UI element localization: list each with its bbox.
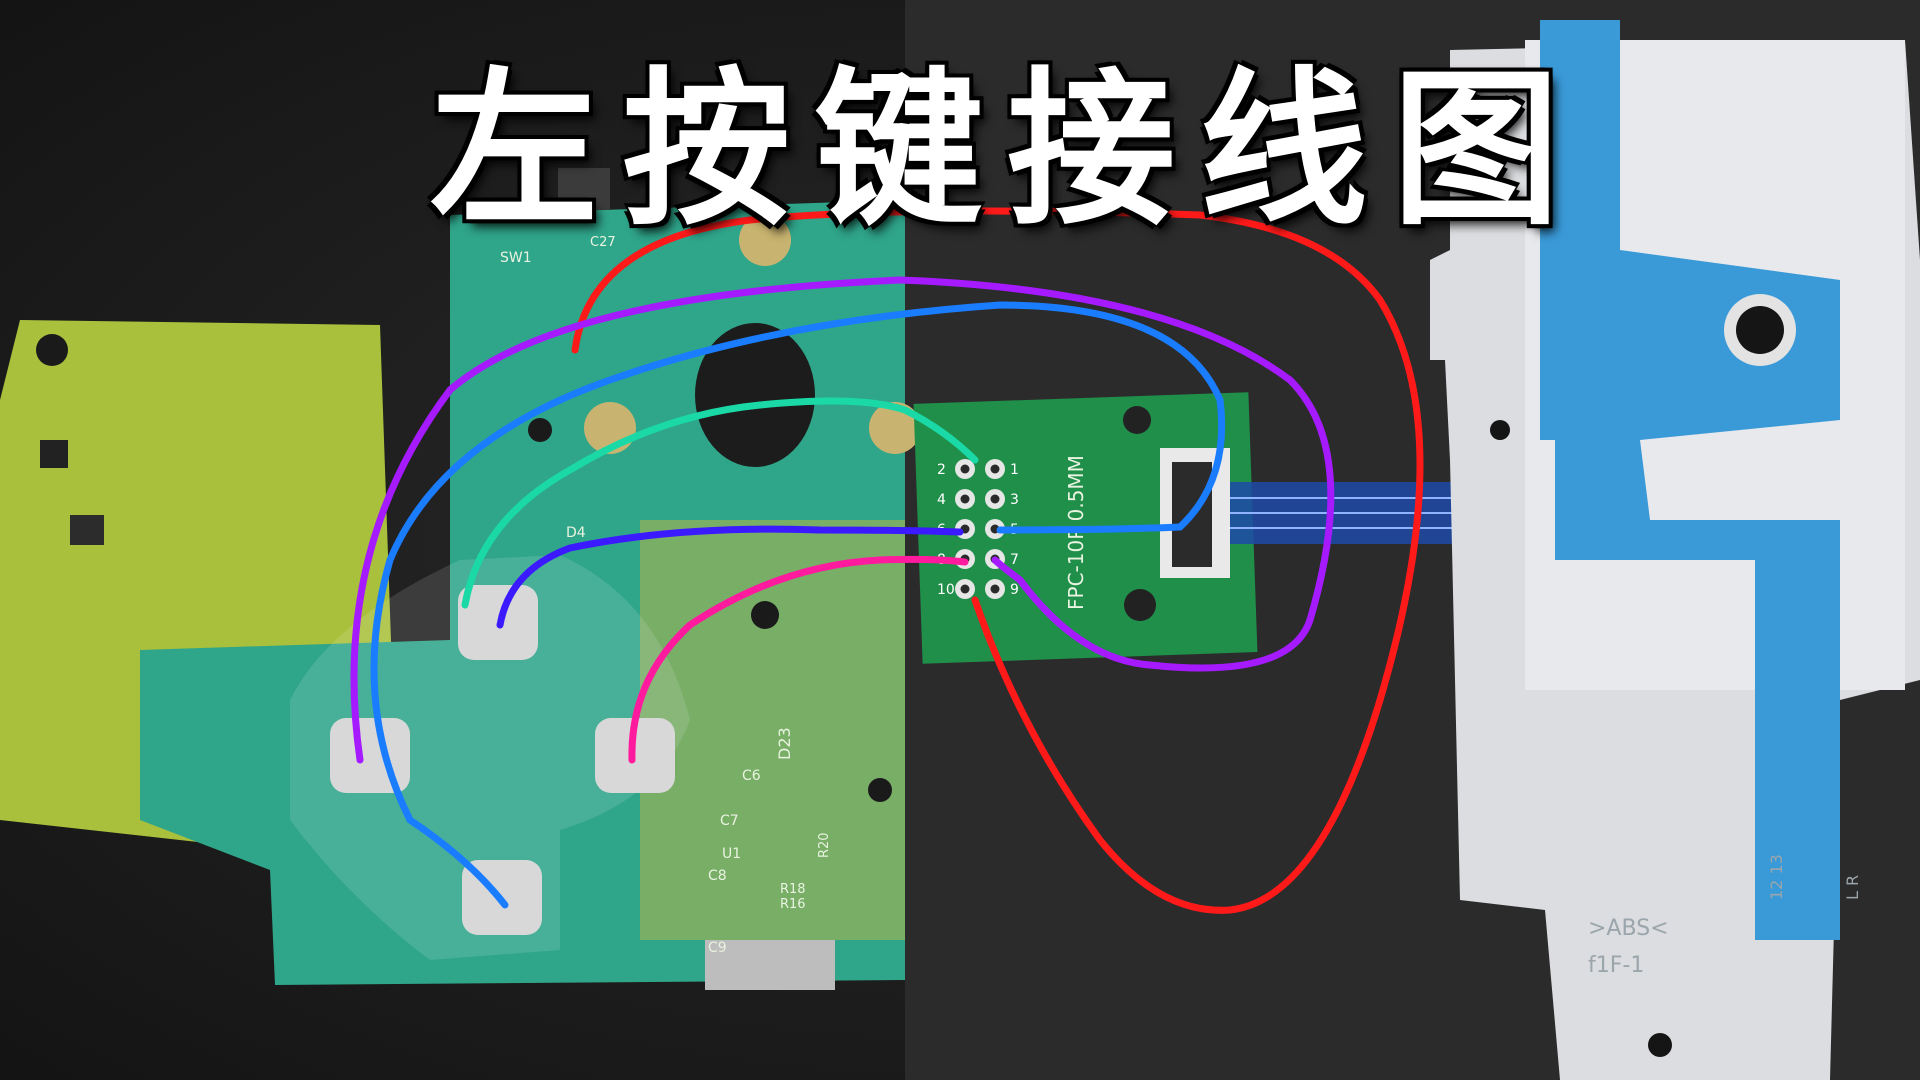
title-char: 接 [1007, 52, 1176, 248]
pcb-chip [40, 440, 68, 468]
title-char: 线 [1199, 52, 1368, 248]
pcb-label-c8: C8 [708, 868, 727, 884]
adapter-pin-hole [990, 494, 1000, 504]
adapter-hole [1123, 406, 1151, 434]
adapter-pin-hole [960, 584, 970, 594]
pcb-mount-hole [528, 418, 552, 442]
title-char: 左 [430, 52, 598, 248]
pcb-label-d23: D23 [775, 727, 794, 760]
pcb-mount-hole [868, 778, 892, 802]
pcb-label-c7: C7 [720, 813, 739, 829]
adapter-pin-hole [990, 584, 1000, 594]
shell-screw-hole [1736, 306, 1784, 354]
pcb-label-sw1: SW1 [500, 250, 532, 266]
pcb-label-r18: R18 [780, 882, 806, 897]
shell-screw-hole [1648, 1033, 1672, 1057]
adapter-pin-label: 4 [937, 492, 946, 508]
pcb-chip [70, 515, 104, 545]
pcb-label-c6: C6 [742, 768, 761, 784]
title-char: 按 [622, 52, 791, 248]
pcb-label-u1: U1 [722, 846, 741, 862]
pcb-label-d4: D4 [566, 525, 586, 541]
shell-label-mark-a: 12 13 [1767, 854, 1786, 900]
title-char: 键 [814, 52, 983, 248]
adapter-hole [1124, 589, 1156, 621]
shell-screw-hole [1490, 420, 1510, 440]
pcb-mount-hole [751, 601, 779, 629]
pcb-label-r20: R20 [817, 832, 832, 858]
pcb-large-hole [695, 323, 815, 467]
adapter-pin-label: 1 [1010, 462, 1019, 478]
adapter-pin-hole [960, 464, 970, 474]
adapter-pin-hole [990, 464, 1000, 474]
adapter-pin-hole [960, 494, 970, 504]
adapter-pin-label: 3 [1010, 492, 1019, 508]
pcb-label-c9: C9 [708, 940, 727, 956]
adapter-pin-label: 2 [937, 462, 946, 478]
adapter-pin-label: 10 [937, 582, 955, 598]
pcb-label-r16: R16 [780, 897, 806, 912]
shell-label-abs: >ABS< [1588, 916, 1669, 941]
adapter-pin-label: 9 [1010, 582, 1019, 598]
adapter-pin-label: 7 [1010, 552, 1019, 568]
dpad-contact-left [330, 718, 410, 793]
pcb-mount-hole [36, 334, 68, 366]
title-char: 图 [1391, 52, 1560, 248]
page-title: 左 按 键 接 线 图 [430, 55, 1560, 245]
shell-label-part: f1F-1 [1588, 953, 1644, 978]
shell-label-mark-b: L R [1843, 875, 1862, 900]
photo-stage: SW1 C27 D4 D23 C6 C7 U1 C8 C9 R16 R18 R2… [0, 0, 1920, 1080]
